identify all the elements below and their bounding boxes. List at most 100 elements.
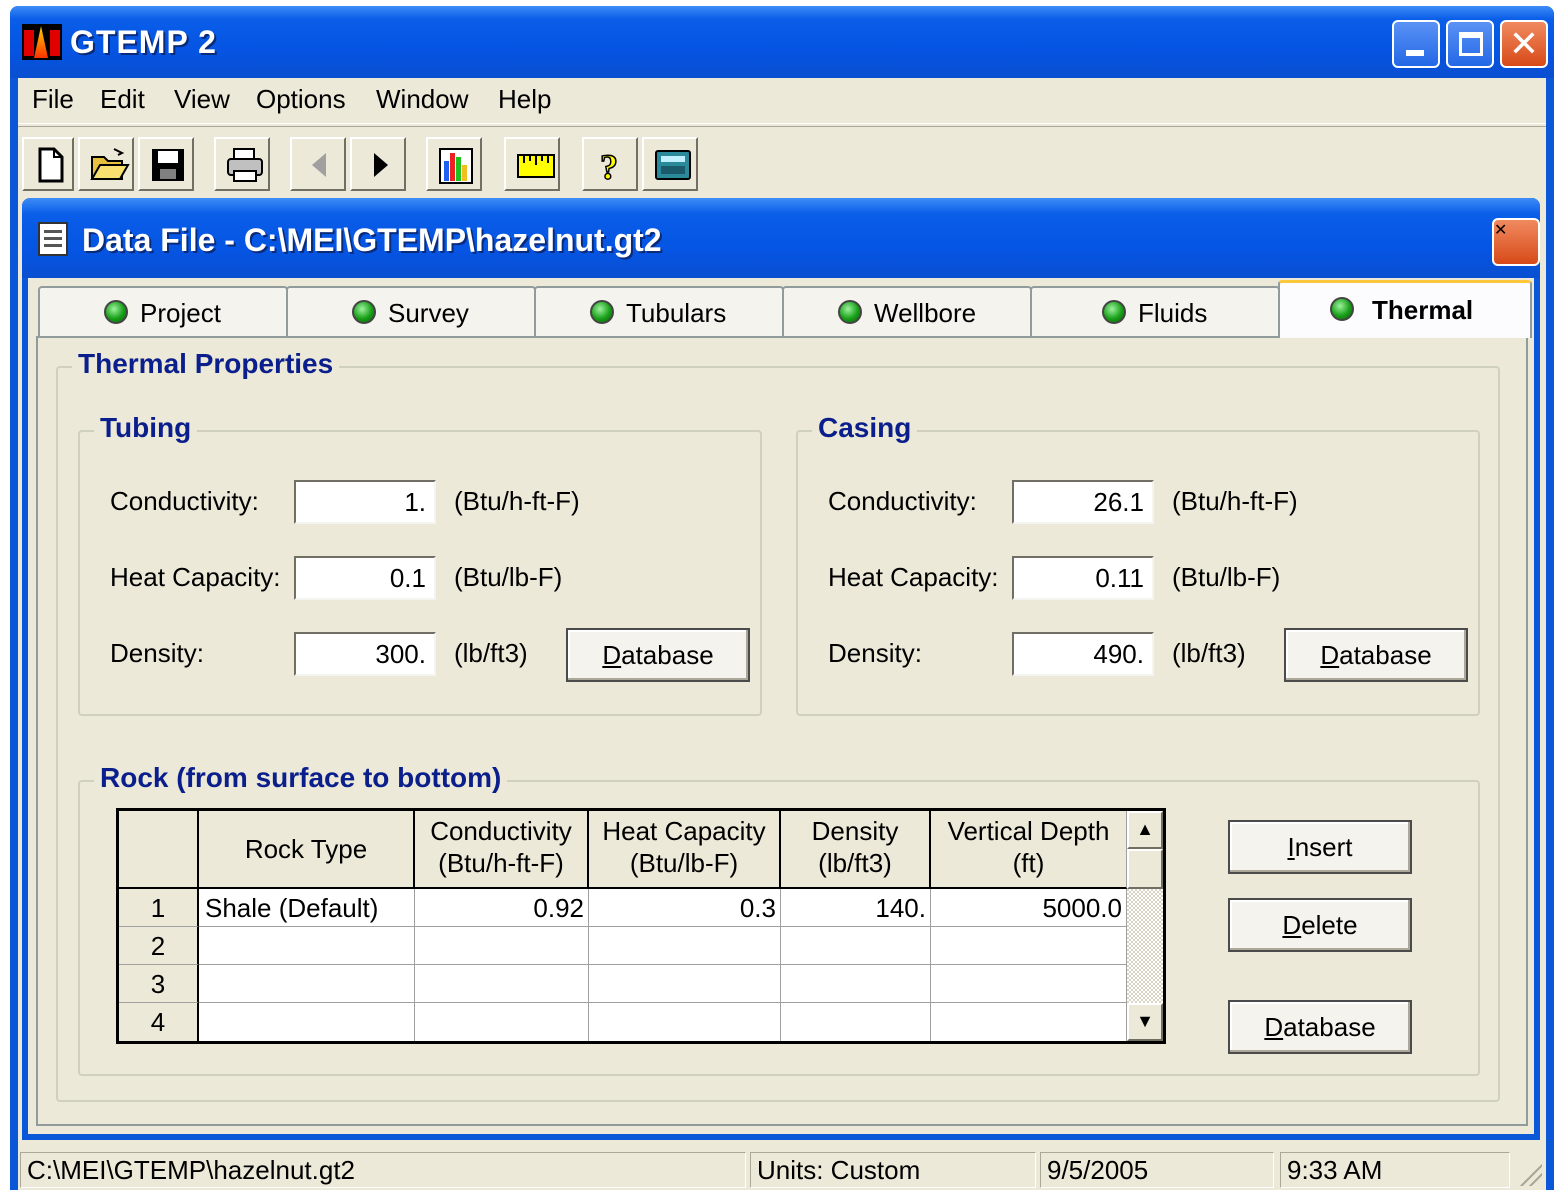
- grid-cell-heat-capacity[interactable]: [589, 1003, 781, 1041]
- data-file-client: Project Survey Tubulars Wellbore Fluids: [28, 278, 1534, 1134]
- grid-cell-density[interactable]: [781, 927, 931, 965]
- grid-cell-vertical-depth[interactable]: 5000.0: [931, 889, 1127, 927]
- casing-conductivity-field[interactable]: 26.1: [1012, 480, 1154, 524]
- svg-text:?: ?: [600, 147, 618, 185]
- button-label: atabase: [1283, 1012, 1376, 1042]
- column-header-conductivity[interactable]: Conductivity (Btu/h-ft-F): [415, 811, 589, 889]
- grid-cell-rock-type[interactable]: [199, 965, 415, 1003]
- group-title: Rock (from surface to bottom): [94, 762, 508, 794]
- grid-cell-vertical-depth[interactable]: [931, 927, 1127, 965]
- grid-corner-cell[interactable]: [119, 811, 199, 889]
- rock-database-button[interactable]: Database: [1228, 1000, 1412, 1054]
- tubing-database-button[interactable]: Database: [566, 628, 750, 682]
- tab-label: Tubulars: [626, 298, 727, 328]
- grid-cell-conductivity[interactable]: [415, 1003, 589, 1041]
- tab-tubulars[interactable]: Tubulars: [534, 286, 784, 336]
- data-file-title: Data File - C:\MEI\GTEMP\hazelnut.gt2: [82, 222, 662, 258]
- menu-view[interactable]: View: [174, 84, 230, 115]
- close-button[interactable]: ✕: [1500, 20, 1548, 68]
- casing-density-field[interactable]: 490.: [1012, 632, 1154, 676]
- scroll-up-arrow-icon[interactable]: ▲: [1127, 811, 1163, 849]
- grid-cell-conductivity[interactable]: [415, 927, 589, 965]
- grid-cell-rock-type[interactable]: [199, 1003, 415, 1041]
- rock-grid[interactable]: Rock Type Conductivity (Btu/h-ft-F) Heat …: [116, 808, 1166, 1044]
- tab-survey[interactable]: Survey: [286, 286, 536, 336]
- help-button[interactable]: ?: [582, 137, 638, 191]
- status-led-icon: [590, 300, 614, 324]
- grid-vertical-scrollbar[interactable]: ▲ ▼: [1127, 811, 1163, 1041]
- thermal-properties-group: Thermal Properties Tubing Conductivity: …: [56, 348, 1500, 1102]
- status-led-icon: [838, 300, 862, 324]
- forward-button[interactable]: [350, 137, 406, 191]
- open-button[interactable]: [78, 137, 134, 191]
- child-close-button[interactable]: ✕: [1492, 218, 1540, 266]
- ruler-button[interactable]: [504, 137, 560, 191]
- button-label: nsert: [1294, 832, 1353, 862]
- resize-grip-icon[interactable]: [1514, 1158, 1542, 1186]
- row-header[interactable]: 2: [119, 927, 199, 965]
- tab-project[interactable]: Project: [38, 286, 288, 336]
- group-title: Casing: [812, 412, 918, 444]
- tubing-density-field[interactable]: 300.: [294, 632, 436, 676]
- save-button[interactable]: [138, 137, 194, 191]
- grid-cell-vertical-depth[interactable]: [931, 965, 1127, 1003]
- header-line: Conductivity: [430, 816, 572, 846]
- grid-cell-vertical-depth[interactable]: [931, 1003, 1127, 1041]
- chart-button[interactable]: [426, 137, 482, 191]
- casing-heat-capacity-field[interactable]: 0.11: [1012, 556, 1154, 600]
- new-button[interactable]: [22, 137, 74, 191]
- print-button[interactable]: [214, 137, 270, 191]
- grid-cell-heat-capacity[interactable]: 0.3: [589, 889, 781, 927]
- grid-cell-density[interactable]: [781, 965, 931, 1003]
- tab-fluids[interactable]: Fluids: [1030, 286, 1280, 336]
- delete-row-button[interactable]: Delete: [1228, 898, 1412, 952]
- row-header[interactable]: 3: [119, 965, 199, 1003]
- grid-cell-rock-type[interactable]: [199, 927, 415, 965]
- menu-file[interactable]: File: [32, 84, 74, 115]
- column-header-vertical-depth[interactable]: Vertical Depth (ft): [931, 811, 1127, 889]
- back-button[interactable]: [290, 137, 346, 191]
- menu-edit[interactable]: Edit: [100, 84, 145, 115]
- data-file-title-bar[interactable]: Data File - C:\MEI\GTEMP\hazelnut.gt2 ✕: [22, 198, 1540, 278]
- calculator-button[interactable]: [642, 137, 698, 191]
- casing-database-button[interactable]: Database: [1284, 628, 1468, 682]
- row-header[interactable]: 1: [119, 889, 199, 927]
- app-title-bar[interactable]: GTEMP 2 ✕: [10, 6, 1554, 78]
- column-header-heat-capacity[interactable]: Heat Capacity (Btu/lb-F): [589, 811, 781, 889]
- tab-thermal[interactable]: Thermal: [1278, 280, 1532, 338]
- maximize-button[interactable]: [1446, 20, 1494, 68]
- scroll-down-arrow-icon[interactable]: ▼: [1127, 1003, 1163, 1041]
- grid-cell-density[interactable]: 140.: [781, 889, 931, 927]
- grid-cell-heat-capacity[interactable]: [589, 965, 781, 1003]
- insert-row-button[interactable]: Insert: [1228, 820, 1412, 874]
- tab-wellbore[interactable]: Wellbore: [782, 286, 1032, 336]
- header-unit: (Btu/lb-F): [629, 848, 739, 878]
- grid-cell-conductivity[interactable]: 0.92: [415, 889, 589, 927]
- tubing-conductivity-field[interactable]: 1.: [294, 480, 436, 524]
- column-header-rock-type[interactable]: Rock Type: [199, 811, 415, 889]
- grid-cell-heat-capacity[interactable]: [589, 927, 781, 965]
- button-label: elete: [1301, 910, 1358, 940]
- close-icon: ✕: [1494, 222, 1508, 239]
- menu-options[interactable]: Options: [256, 84, 346, 115]
- grid-cell-density[interactable]: [781, 1003, 931, 1041]
- scroll-thumb[interactable]: [1127, 849, 1163, 889]
- tubing-heat-capacity-field[interactable]: 0.1: [294, 556, 436, 600]
- tab-label: Wellbore: [874, 298, 977, 328]
- main-window: GTEMP 2 ✕ File Edit View Options Window …: [10, 6, 1554, 1190]
- chart-icon: [439, 148, 473, 184]
- menu-window[interactable]: Window: [376, 84, 468, 115]
- tubing-heat-capacity-label: Heat Capacity:: [110, 562, 281, 592]
- gtemp-app-icon[interactable]: [22, 24, 62, 60]
- status-units: Units: Custom: [750, 1152, 1036, 1188]
- grid-cell-rock-type[interactable]: Shale (Default): [199, 889, 415, 927]
- minimize-button[interactable]: [1392, 20, 1440, 68]
- tab-label: Fluids: [1138, 298, 1208, 328]
- grid-cell-conductivity[interactable]: [415, 965, 589, 1003]
- menu-help[interactable]: Help: [498, 84, 551, 115]
- row-header[interactable]: 4: [119, 1003, 199, 1041]
- unit-label: (lb/ft3): [454, 638, 528, 668]
- header-unit: (lb/ft3): [818, 848, 892, 878]
- column-header-density[interactable]: Density (lb/ft3): [781, 811, 931, 889]
- menu-bar: File Edit View Options Window Help: [18, 78, 1546, 124]
